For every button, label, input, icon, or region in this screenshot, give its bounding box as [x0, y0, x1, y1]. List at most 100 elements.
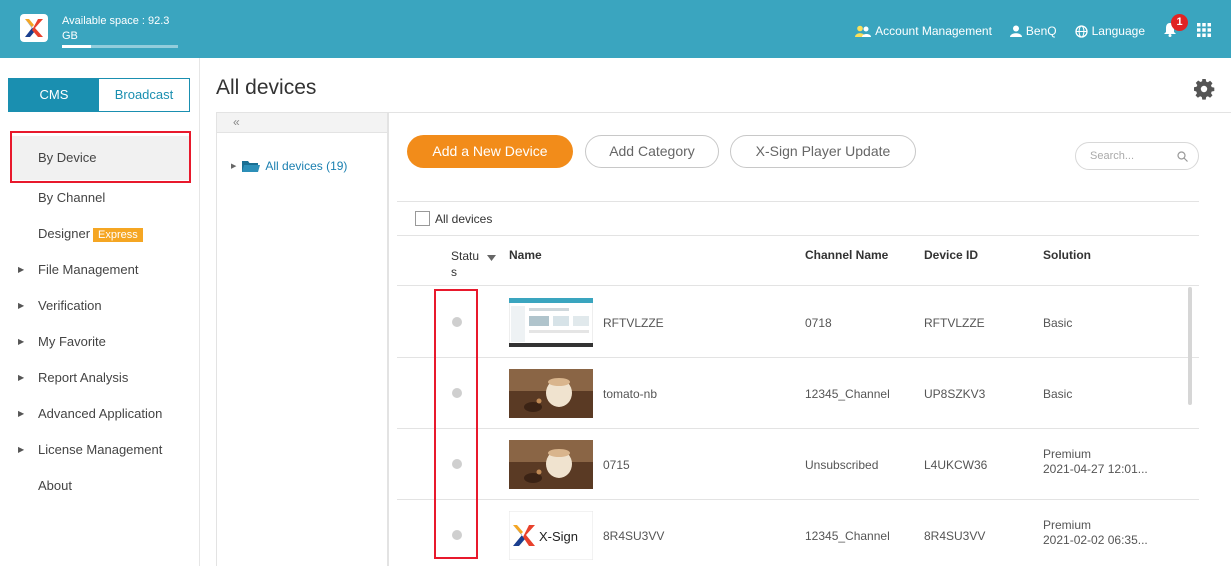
table-header: Statu s Name Channel Name Device ID Solu… — [397, 236, 1199, 286]
sidebar-item-report-analysis[interactable]: ▶ Report Analysis — [0, 360, 200, 396]
sidebar-item-label: Designer — [38, 226, 91, 241]
main-area: All devices « ▶ All devices (19) Add a N… — [200, 58, 1231, 566]
notification-badge: 1 — [1171, 14, 1188, 31]
user-menu[interactable]: BenQ — [1009, 24, 1057, 38]
player-update-button[interactable]: X-Sign Player Update — [730, 135, 916, 168]
language-label: Language — [1091, 24, 1145, 38]
tree-node-label: All devices (19) — [265, 159, 348, 173]
sidebar-item-label: My Favorite — [38, 334, 106, 349]
solution: Basic — [1043, 316, 1073, 330]
user-icon — [1009, 25, 1022, 37]
solution-date: 2021-04-27 12:01... — [1043, 462, 1148, 476]
user-name: BenQ — [1025, 24, 1057, 38]
solution-plan: Premium — [1043, 518, 1092, 532]
add-device-button[interactable]: Add a New Device — [407, 135, 573, 168]
caret-right-icon: ▶ — [18, 337, 25, 346]
folder-icon — [242, 160, 261, 172]
users-icon — [855, 25, 872, 37]
available-space-text: Available space : 92.3 GB — [62, 15, 170, 42]
sidebar-menu: By Device By Channel Designer Express ▶ F… — [0, 136, 200, 504]
sidebar-item-by-channel[interactable]: By Channel — [0, 180, 200, 216]
column-status[interactable]: Statu s — [451, 248, 479, 280]
table-row[interactable]: RFTVLZZE 0718 RFTVLZZE Basic — [397, 287, 1199, 358]
top-actions: Account Management BenQ Language 1 — [837, 14, 1211, 40]
highlight-by-device — [10, 131, 191, 183]
caret-right-icon: ▶ — [231, 163, 237, 170]
select-all-row: All devices — [397, 201, 1199, 236]
column-device-id[interactable]: Device ID — [924, 248, 978, 262]
sidebar-item-label: Verification — [38, 298, 102, 313]
sidebar-item-verification[interactable]: ▶ Verification — [0, 288, 200, 324]
top-bar: Available space : 92.3 GB Account Manage… — [0, 0, 1231, 58]
mode-switch: CMS Broadcast — [8, 78, 190, 112]
device-name: 8R4SU3VV — [603, 529, 665, 543]
storage-bar — [62, 45, 178, 48]
tree-node-all-devices[interactable]: ▶ All devices (19) — [231, 159, 347, 173]
sidebar-item-label: By Channel — [38, 190, 106, 205]
select-all-checkbox[interactable] — [415, 211, 430, 226]
sidebar-item-label: About — [38, 478, 72, 493]
globe-icon — [1074, 24, 1088, 38]
logo-icon[interactable] — [20, 14, 48, 42]
thumbnail-brand-text: X-Sign — [539, 529, 578, 544]
search-icon — [1177, 151, 1188, 162]
sort-desc-icon[interactable] — [487, 250, 496, 264]
sidebar-item-license-management[interactable]: ▶ License Management — [0, 432, 200, 468]
table-row[interactable]: X-Sign 8R4SU3VV 12345_Channel 8R4SU3VV P… — [397, 500, 1199, 566]
tab-cms[interactable]: CMS — [9, 79, 99, 111]
select-all-label: All devices — [435, 211, 493, 226]
solution-plan: Premium — [1043, 447, 1092, 461]
apps-grid-button[interactable] — [1197, 22, 1211, 40]
sidebar-item-file-management[interactable]: ▶ File Management — [0, 252, 200, 288]
solution: Premium 2021-04-27 12:01... — [1043, 447, 1148, 477]
page-title: All devices — [216, 76, 317, 99]
account-management-link[interactable]: Account Management — [855, 24, 992, 38]
account-management-label: Account Management — [875, 24, 992, 38]
vertical-scrollbar[interactable] — [1188, 287, 1192, 405]
column-name[interactable]: Name — [509, 248, 542, 262]
search-placeholder: Search... — [1090, 150, 1135, 162]
device-thumbnail: X-Sign — [508, 510, 594, 561]
sidebar-item-my-favorite[interactable]: ▶ My Favorite — [0, 324, 200, 360]
collapse-panel-button[interactable]: « — [217, 113, 387, 133]
device-thumbnail — [508, 297, 594, 348]
add-category-button[interactable]: Add Category — [585, 135, 719, 168]
solution: Basic — [1043, 387, 1073, 401]
storage-bar-fill — [62, 45, 91, 48]
channel-name: 12345_Channel — [805, 387, 890, 401]
language-menu[interactable]: Language — [1074, 24, 1145, 38]
sidebar-item-advanced-application[interactable]: ▶ Advanced Application — [0, 396, 200, 432]
sidebar-item-label: Report Analysis — [38, 370, 129, 385]
notification-button[interactable]: 1 — [1163, 14, 1188, 40]
table-row[interactable]: 0715 Unsubscribed L4UKCW36 Premium 2021-… — [397, 429, 1199, 500]
express-badge: Express — [93, 228, 143, 242]
device-name: RFTVLZZE — [603, 316, 664, 330]
caret-right-icon: ▶ — [18, 373, 25, 382]
gear-icon — [1194, 79, 1215, 100]
highlight-status-column — [434, 289, 478, 559]
solution: Premium 2021-02-02 06:35... — [1043, 518, 1148, 548]
device-id: UP8SZKV3 — [924, 387, 986, 401]
column-channel-name[interactable]: Channel Name — [805, 248, 888, 262]
solution-date: 2021-02-02 06:35... — [1043, 533, 1148, 547]
sidebar-item-label: License Management — [38, 442, 163, 457]
settings-button[interactable] — [1193, 78, 1215, 103]
column-solution[interactable]: Solution — [1043, 248, 1091, 262]
table-row[interactable]: tomato-nb 12345_Channel UP8SZKV3 Basic — [397, 358, 1199, 429]
channel-name: Unsubscribed — [805, 458, 879, 472]
search-input[interactable]: Search... — [1075, 142, 1199, 170]
caret-right-icon: ▶ — [18, 301, 25, 310]
device-id: RFTVLZZE — [924, 316, 985, 330]
device-id: 8R4SU3VV — [924, 529, 986, 543]
device-thumbnail — [509, 369, 593, 418]
channel-name: 12345_Channel — [805, 529, 890, 543]
device-name: tomato-nb — [603, 387, 658, 401]
device-name: 0715 — [603, 458, 630, 472]
caret-right-icon: ▶ — [18, 409, 25, 418]
sidebar-item-label: Advanced Application — [38, 406, 163, 421]
tab-broadcast[interactable]: Broadcast — [99, 79, 189, 111]
sidebar-item-label: File Management — [38, 262, 139, 277]
sidebar-item-about[interactable]: About — [0, 468, 200, 504]
sidebar-item-designer[interactable]: Designer Express — [0, 216, 200, 252]
channel-name: 0718 — [805, 316, 832, 330]
